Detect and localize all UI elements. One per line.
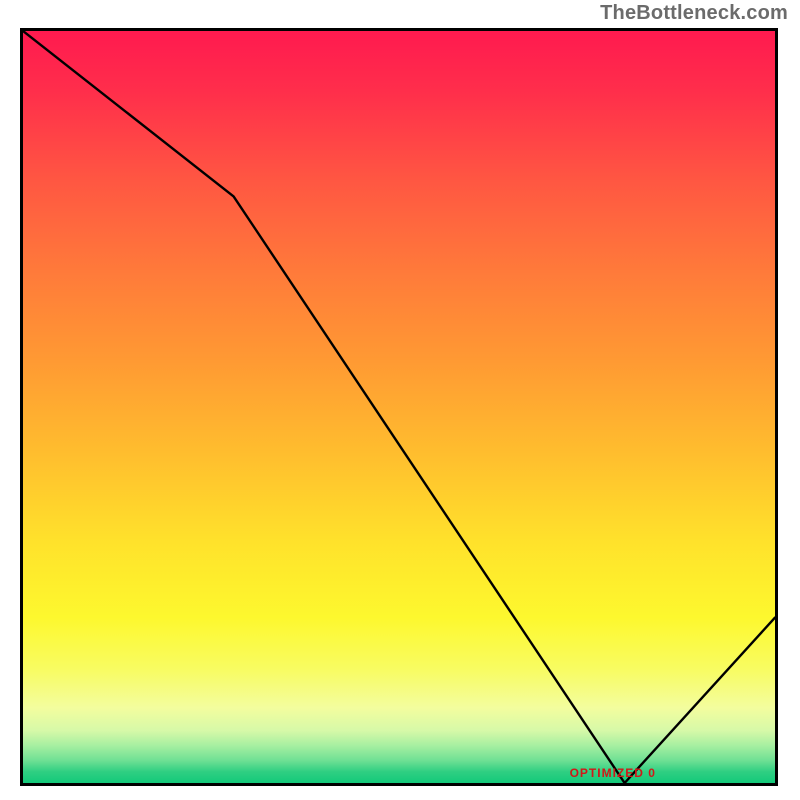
plot-area: OPTIMIZED 0 (20, 28, 778, 786)
watermark-text: TheBottleneck.com (600, 2, 788, 25)
chart-container: TheBottleneck.com OPTIMIZED 0 (0, 0, 800, 800)
line-curve (23, 31, 775, 783)
optimum-annotation: OPTIMIZED 0 (570, 766, 656, 780)
